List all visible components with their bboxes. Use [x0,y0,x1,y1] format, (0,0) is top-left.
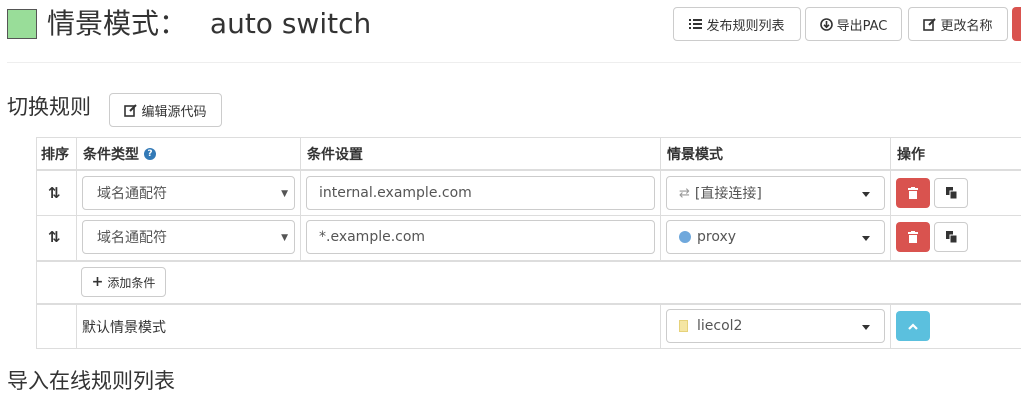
scroll-up-button[interactable] [896,311,930,341]
profile-select[interactable]: proxy [666,220,885,254]
switch-rules-heading: 切换规则 [7,95,91,119]
column-header-actions: 操作 [897,146,925,163]
trash-icon [908,231,918,243]
chevron-down-icon: ▼ [281,233,288,243]
table-row: ⇅ 域名通配符 ▼ internal.example.com ⇄ [直接连接] [37,171,1021,215]
rename-label: 更改名称 [940,18,993,34]
download-circle-icon [819,17,833,31]
table-row: ⇅ 域名通配符 ▼ *.example.com proxy [37,216,1021,260]
column-header-profile: 情景模式 [667,146,723,163]
profile-select[interactable]: ⇄ [直接连接] [666,176,885,210]
default-profile-select[interactable]: liecol2 [666,309,885,343]
delete-rule-button[interactable] [896,178,930,208]
online-rules-heading: 导入在线规则列表 [7,369,175,393]
chevron-up-icon [908,322,918,330]
profile-name: auto switch [209,7,372,40]
globe-icon [679,231,691,243]
edit-icon [923,17,937,31]
condition-value-input[interactable]: *.example.com [306,220,655,254]
direct-icon: ⇄ [679,185,690,201]
sort-handle-icon[interactable]: ⇅ [48,228,61,246]
condition-type-select[interactable]: 域名通配符 ▼ [82,220,295,254]
list-icon [689,19,703,29]
condition-value-input[interactable]: internal.example.com [306,176,655,210]
column-header-condition-setting: 条件设置 [307,146,363,163]
column-header-condition-type: 条件类型 ? [77,138,300,169]
help-icon[interactable]: ? [144,147,156,160]
add-condition-button[interactable]: + 添加条件 [81,267,166,297]
page-title: 情景模式： auto switch [47,5,371,43]
delete-rule-button[interactable] [896,222,930,252]
chevron-down-icon [862,325,870,330]
edit-source-label: 编辑源代码 [141,104,207,120]
copy-icon [945,187,957,199]
column-header-sort: 排序 [41,146,69,163]
rename-button[interactable]: 更改名称 [908,7,1008,41]
publish-rules-label: 发布规则列表 [706,18,785,34]
copy-icon [945,231,957,243]
chevron-down-icon [862,192,870,197]
duplicate-rule-button[interactable] [934,222,968,252]
default-profile-label: 默认情景模式 [82,320,166,336]
add-condition-label: 添加条件 [107,275,156,290]
export-pac-label: 导出PAC [836,18,888,34]
delete-profile-button[interactable] [1012,7,1021,41]
header-divider [7,62,1021,63]
condition-type-select[interactable]: 域名通配符 ▼ [82,176,295,210]
chevron-down-icon [862,236,870,241]
file-icon [679,320,688,332]
sort-handle-icon[interactable]: ⇅ [48,184,61,202]
export-pac-button[interactable]: 导出PAC [805,7,902,41]
duplicate-rule-button[interactable] [934,178,968,208]
edit-source-button[interactable]: 编辑源代码 [109,93,222,127]
plus-icon: + [91,274,104,290]
profile-color-swatch [7,9,37,39]
publish-rules-button[interactable]: 发布规则列表 [673,7,801,41]
chevron-down-icon: ▼ [281,189,288,199]
edit-icon [124,103,138,117]
page-title-label: 情景模式： [47,7,188,40]
trash-icon [908,187,918,199]
